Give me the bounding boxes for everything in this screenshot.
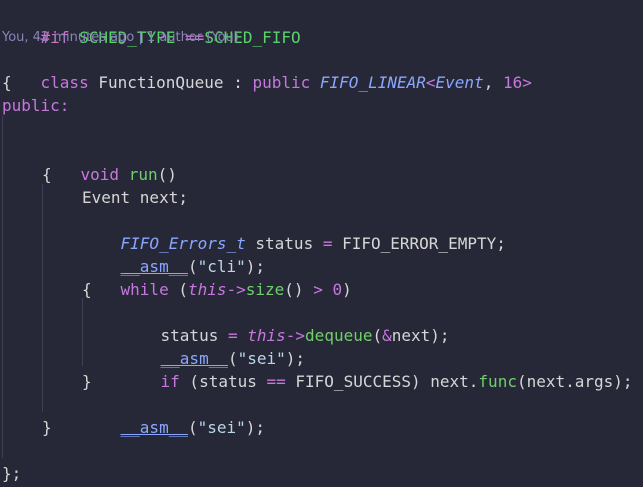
code-line[interactable]: while (this->size() > 0) <box>82 255 352 299</box>
token-operator: < <box>425 73 436 92</box>
code-line[interactable]: { <box>82 278 92 301</box>
token-number: 16 <box>502 73 523 92</box>
token-type: FIFO_LINEAR <box>319 73 426 92</box>
token-punct: ( <box>187 418 198 437</box>
code-line[interactable]: { <box>42 163 52 186</box>
token-punct: () <box>284 280 314 299</box>
token-keyword: while <box>120 280 169 299</box>
code-line-method[interactable]: void run() <box>42 140 177 184</box>
token-brace: } <box>42 418 52 437</box>
token-keyword: public: <box>2 96 70 115</box>
code-line-preprocessor[interactable]: #if SCHED_TYPE ==SCHED_FIFO <box>2 3 301 47</box>
token-function: size <box>245 280 285 299</box>
token-operator: -> <box>226 280 246 299</box>
code-line-class[interactable]: class FunctionQueue : public FIFO_LINEAR… <box>2 48 532 92</box>
token-identifier: FunctionQueue : <box>88 73 253 92</box>
token-brace: { <box>42 165 52 184</box>
token-keyword: public <box>252 73 311 92</box>
token-function: run <box>128 165 158 184</box>
code-line[interactable]: public: <box>2 94 69 117</box>
token-brace: { <box>82 280 92 299</box>
indent-guide <box>2 116 3 458</box>
token-string: "sei" <box>197 418 246 437</box>
code-line[interactable]: { <box>2 71 12 94</box>
code-line[interactable]: }; <box>2 462 21 485</box>
token-identifier: FIFO_SUCCESS) next. <box>285 372 479 391</box>
token-this: this <box>187 280 227 299</box>
code-editor[interactable]: #if SCHED_TYPE ==SCHED_FIFO You, 42 minu… <box>0 0 643 487</box>
code-line[interactable]: } <box>42 416 52 439</box>
token-brace: { <box>2 73 12 92</box>
token-punct: () <box>157 165 177 184</box>
token-asm: __asm__ <box>120 418 188 437</box>
indent-guide <box>42 184 43 412</box>
token-punct: ); <box>245 418 266 437</box>
token-keyword: class <box>40 73 89 92</box>
token-operator: > <box>522 73 532 92</box>
token-punct: ( <box>168 280 188 299</box>
token-identifier: next); <box>391 326 450 345</box>
token-punct: ) <box>342 280 352 299</box>
code-line[interactable]: Event next; <box>82 186 188 209</box>
code-line[interactable]: __asm__("sei"); <box>82 393 266 437</box>
token-brace: } <box>82 372 92 391</box>
code-line[interactable]: } <box>82 370 92 393</box>
token-operator: > <box>313 280 323 299</box>
token-operator: & <box>382 326 392 345</box>
code-line[interactable]: FIFO_Errors_t status = FIFO_ERROR_EMPTY; <box>82 209 506 253</box>
token-statement: Event next; <box>82 188 188 207</box>
code-line[interactable]: __asm__("sei"); <box>122 324 306 368</box>
token-punct: (next.args); <box>516 372 633 391</box>
token-function: func <box>478 372 517 391</box>
git-blame-annotation[interactable]: You, 42 minutes ago | 1 author (You) <box>2 29 239 47</box>
code-line[interactable]: status = this->dequeue(&next); <box>122 301 450 345</box>
token-punct: , <box>483 73 503 92</box>
token-keyword: void <box>80 165 120 184</box>
token-identifier: FIFO_ERROR_EMPTY; <box>332 234 506 253</box>
token-identifier: (status <box>179 372 267 391</box>
token-keyword: if <box>160 372 180 391</box>
token-number: 0 <box>332 280 343 299</box>
token-brace: }; <box>2 464 22 483</box>
token-punct: ( <box>372 326 383 345</box>
token-operator: == <box>266 372 286 391</box>
token-type: Event <box>435 73 484 92</box>
code-line[interactable]: if (status == FIFO_SUCCESS) next.func(ne… <box>122 347 633 391</box>
code-line[interactable]: __asm__("cli"); <box>82 232 266 276</box>
token-function: dequeue <box>305 326 373 345</box>
